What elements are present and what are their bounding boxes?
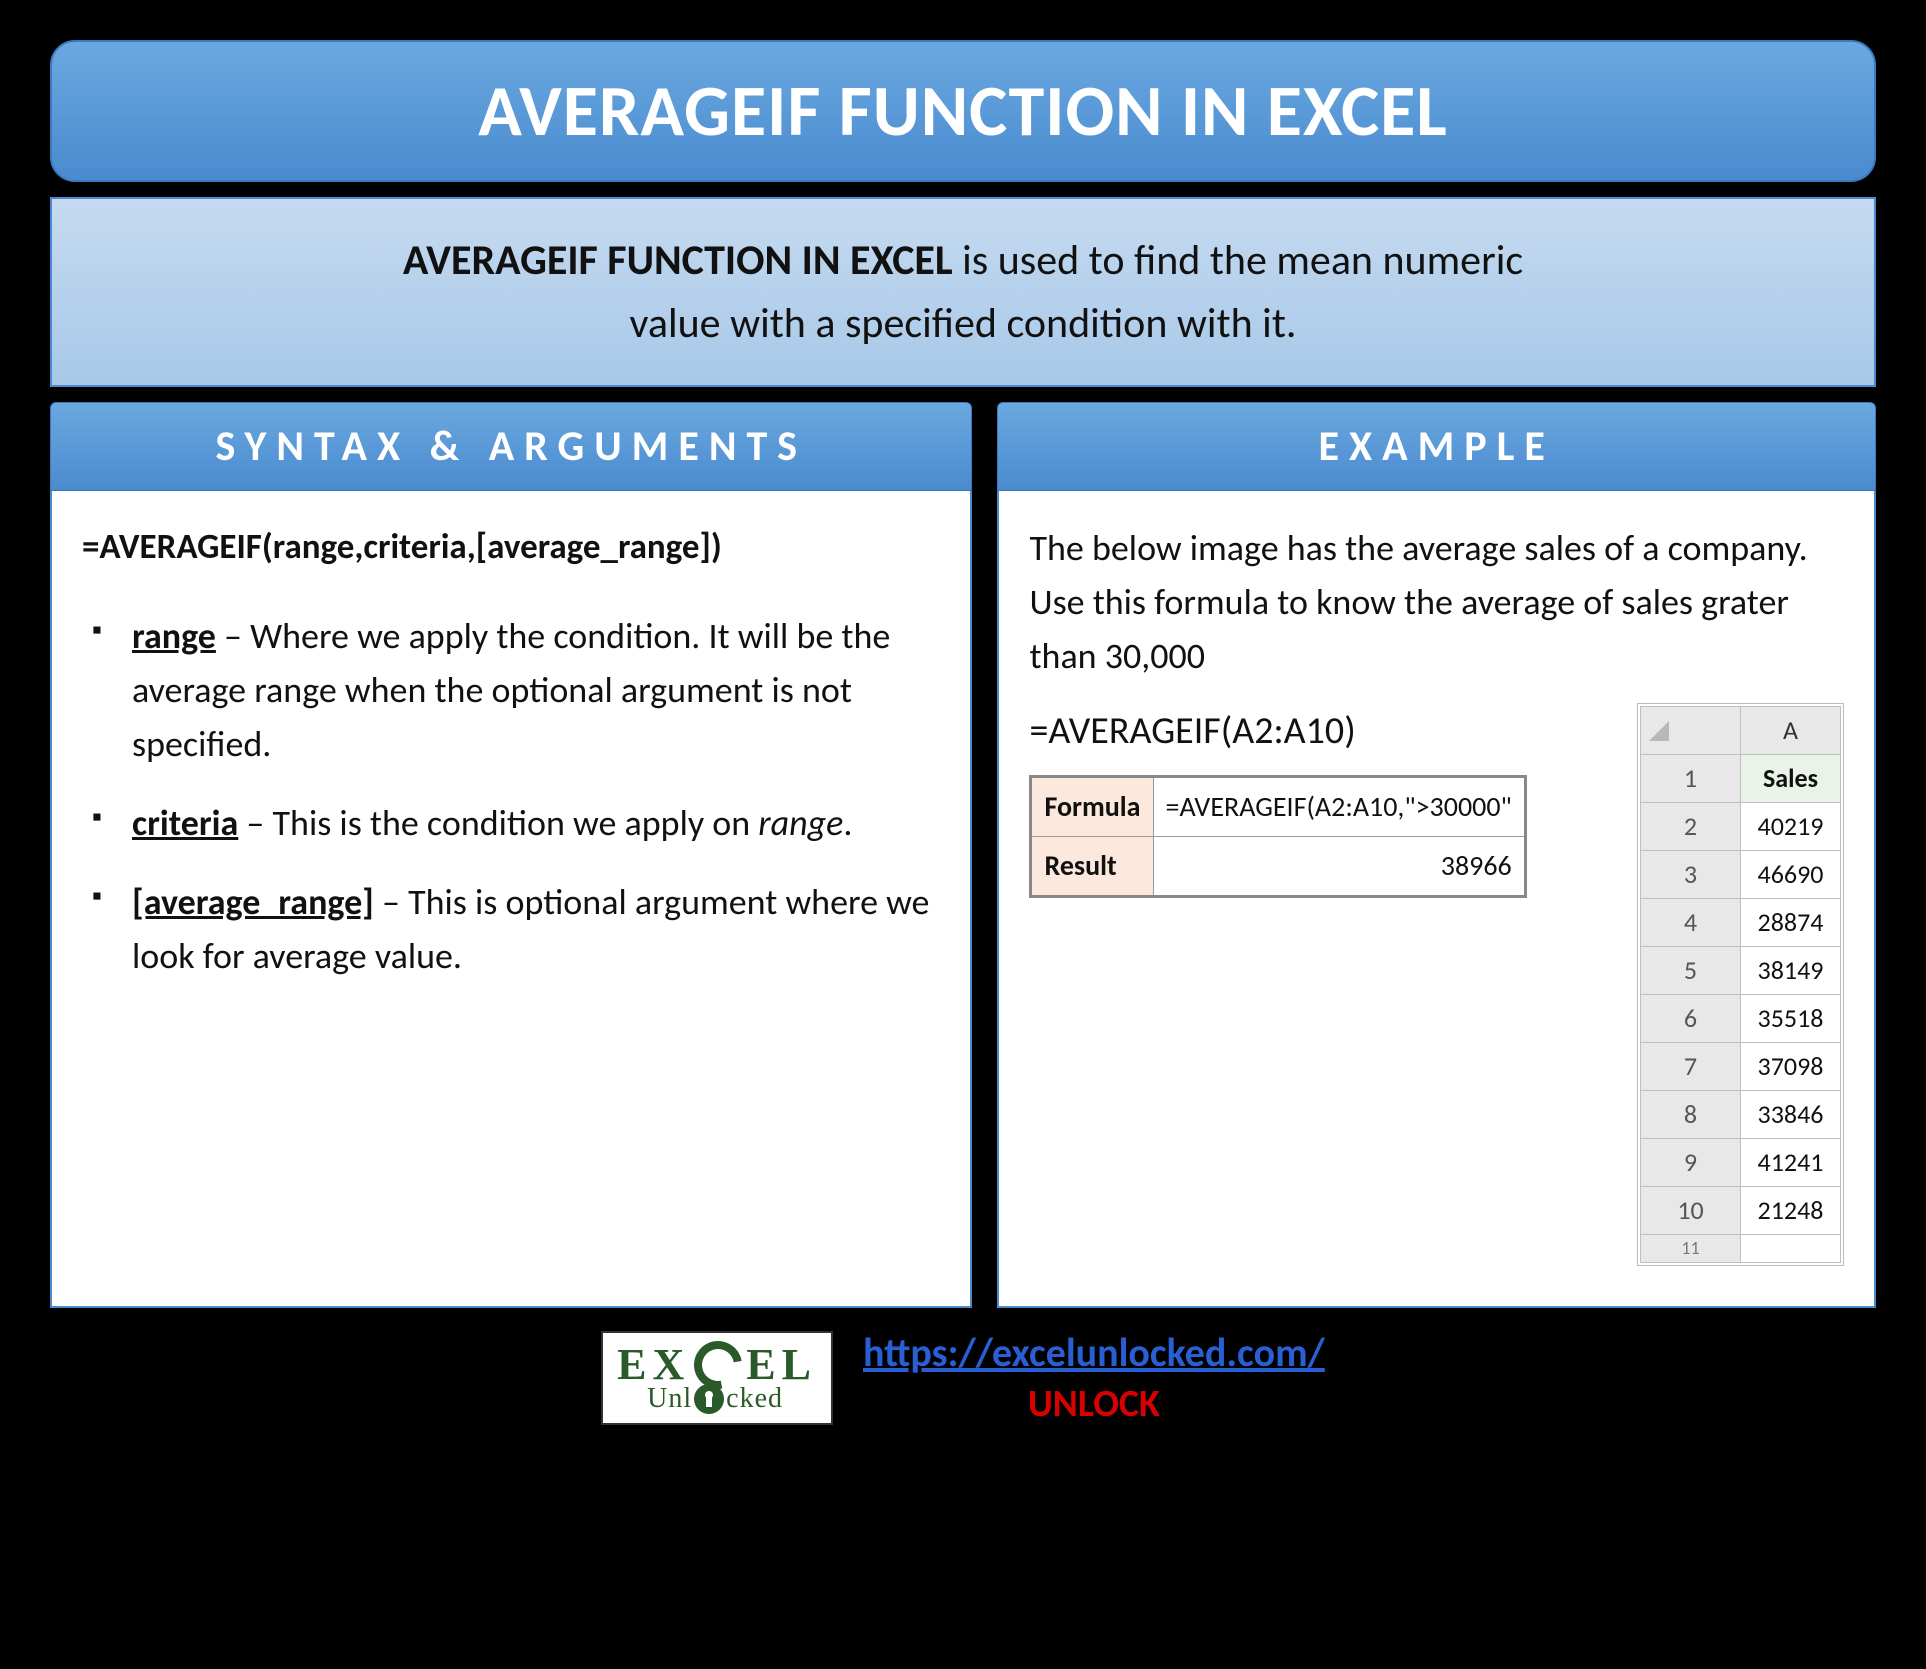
formula-result-table: Formula =AVERAGEIF(A2:A10,">30000" Resul… — [1029, 775, 1526, 898]
sales-cell: 33846 — [1741, 1091, 1841, 1139]
logo-top-row: EX EL — [617, 1341, 817, 1389]
row-number: 6 — [1641, 995, 1741, 1043]
row-number: 3 — [1641, 851, 1741, 899]
sales-cell: 41241 — [1741, 1139, 1841, 1187]
argument-desc: – This is the condition we apply on — [238, 801, 758, 845]
page-title: AVERAGEIF FUNCTION IN EXCEL — [72, 67, 1854, 155]
infographic-canvas: AVERAGEIF FUNCTION IN EXCEL AVERAGEIF FU… — [20, 20, 1906, 1649]
argument-name: criteria — [132, 801, 238, 845]
logo-bottom-row: Unl cked — [617, 1383, 783, 1415]
footer-link[interactable]: https://excelunlocked.com/ — [863, 1328, 1325, 1377]
argument-name: range — [132, 614, 216, 658]
logo-text: EL — [746, 1343, 817, 1387]
sales-cell: 28874 — [1741, 899, 1841, 947]
argument-list: range – Where we apply the condition. It… — [82, 609, 940, 983]
empty-cell — [1741, 1235, 1841, 1263]
sales-cell: 35518 — [1741, 995, 1841, 1043]
row-number: 10 — [1641, 1187, 1741, 1235]
row-number-partial: 11 — [1641, 1235, 1741, 1263]
argument-item: criteria – This is the condition we appl… — [92, 796, 940, 850]
example-content-row: =AVERAGEIF(A2:A10) Formula =AVERAGEIF(A2… — [1029, 703, 1844, 1266]
syntax-column: SYNTAX & ARGUMENTS =AVERAGEIF(range,crit… — [50, 402, 972, 1308]
column-letter: A — [1741, 707, 1841, 755]
sales-table-wrap: A 1Sales 240219 346690 428874 538149 635… — [1637, 703, 1844, 1266]
argument-item: [average_range] – This is optional argum… — [92, 875, 940, 983]
syntax-formula: =AVERAGEIF(range,criteria,[average_range… — [82, 521, 940, 574]
example-column: EXAMPLE The below image has the average … — [997, 402, 1876, 1308]
footer-text-block: https://excelunlocked.com/ UNLOCK — [863, 1328, 1325, 1427]
row-number: 2 — [1641, 803, 1741, 851]
sales-header-cell: Sales — [1741, 755, 1841, 803]
logo-text: EX — [617, 1343, 690, 1387]
formula-value-cell: =AVERAGEIF(A2:A10,">30000" — [1153, 777, 1525, 837]
syntax-body: =AVERAGEIF(range,criteria,[average_range… — [50, 491, 972, 1308]
argument-desc-em: range — [758, 801, 843, 845]
footer-unlock-text: UNLOCK — [863, 1381, 1325, 1427]
row-number: 8 — [1641, 1091, 1741, 1139]
argument-desc: – Where we apply the condition. It will … — [132, 614, 890, 766]
description-text2: value with a specified condition with it… — [630, 298, 1297, 349]
row-number: 5 — [1641, 947, 1741, 995]
row-number: 4 — [1641, 899, 1741, 947]
footer: EX EL Unl cked https://excelunlocked.com… — [20, 1328, 1906, 1427]
description-bar: AVERAGEIF FUNCTION IN EXCEL is used to f… — [50, 197, 1876, 387]
row-number: 9 — [1641, 1139, 1741, 1187]
sales-table: A 1Sales 240219 346690 428874 538149 635… — [1640, 706, 1841, 1263]
result-label-cell: Result — [1031, 837, 1153, 897]
example-intro: The below image has the average sales of… — [1029, 521, 1844, 683]
argument-desc: . — [843, 801, 852, 845]
argument-name: [average_range] — [132, 880, 374, 924]
keyhole-icon — [694, 1384, 724, 1414]
example-left: =AVERAGEIF(A2:A10) Formula =AVERAGEIF(A2… — [1029, 703, 1617, 898]
sales-cell: 46690 — [1741, 851, 1841, 899]
row-number: 1 — [1641, 755, 1741, 803]
example-header: EXAMPLE — [997, 402, 1876, 491]
result-value-cell: 38966 — [1153, 837, 1525, 897]
sales-cell: 40219 — [1741, 803, 1841, 851]
sales-cell: 37098 — [1741, 1043, 1841, 1091]
description-text1: is used to find the mean numeric — [953, 235, 1523, 286]
syntax-header: SYNTAX & ARGUMENTS — [50, 402, 972, 491]
select-all-triangle — [1641, 707, 1741, 755]
example-body: The below image has the average sales of… — [997, 491, 1876, 1308]
logo-text: Unl — [647, 1383, 692, 1415]
formula-label-cell: Formula — [1031, 777, 1153, 837]
logo-text: cked — [726, 1383, 783, 1415]
logo: EX EL Unl cked — [601, 1331, 833, 1425]
argument-item: range – Where we apply the condition. It… — [92, 609, 940, 771]
example-formula-line: =AVERAGEIF(A2:A10) — [1029, 703, 1617, 760]
sales-cell: 38149 — [1741, 947, 1841, 995]
columns-row: SYNTAX & ARGUMENTS =AVERAGEIF(range,crit… — [50, 402, 1876, 1308]
title-banner: AVERAGEIF FUNCTION IN EXCEL — [50, 40, 1876, 182]
sales-cell: 21248 — [1741, 1187, 1841, 1235]
row-number: 7 — [1641, 1043, 1741, 1091]
description-bold: AVERAGEIF FUNCTION IN EXCEL — [403, 235, 953, 286]
